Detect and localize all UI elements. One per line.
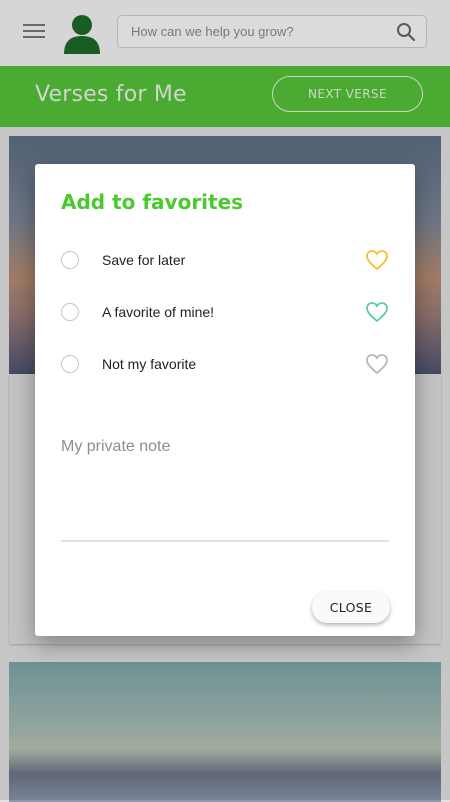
option-label: A favorite of mine! [102,304,215,320]
dialog-title: Add to favorites [61,190,244,214]
option-not-my-favorite[interactable]: Not my favorite [61,353,389,379]
option-label: Save for later [102,252,186,268]
close-button[interactable]: CLOSE [312,592,390,623]
private-note-field[interactable]: My private note [61,438,170,456]
option-save-for-later[interactable]: Save for later [61,249,389,275]
heart-icon [366,250,388,271]
favorites-dialog: Add to favorites Save for later A favori… [35,164,415,636]
option-label: Not my favorite [102,356,197,372]
heart-icon [366,354,388,375]
note-underline [61,540,389,542]
heart-icon [366,302,388,323]
radio-button[interactable] [61,303,79,321]
option-favorite-of-mine[interactable]: A favorite of mine! [61,301,389,327]
radio-button[interactable] [61,251,79,269]
radio-button[interactable] [61,355,79,373]
